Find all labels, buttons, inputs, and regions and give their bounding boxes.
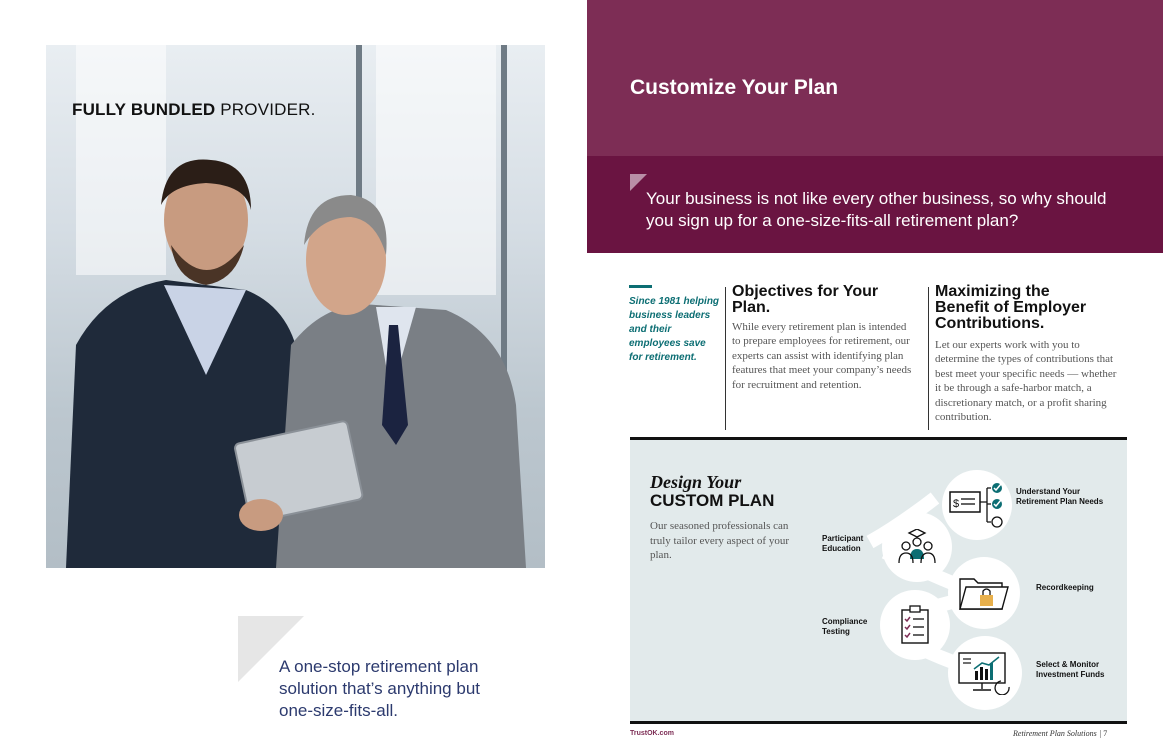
- step-circle: [948, 557, 1020, 629]
- svg-text:$: $: [953, 498, 959, 510]
- since-note: Since 1981 helping business leaders and …: [629, 296, 720, 363]
- design-title-caps: CUSTOM PLAN: [650, 491, 775, 510]
- column-heading: Objectives for Your Plan.: [732, 283, 879, 316]
- graduates-icon: [898, 529, 936, 564]
- column-body: While every retirement plan is intended …: [732, 321, 912, 391]
- design-title-italic: Design Your: [650, 472, 742, 492]
- page-number: | 7: [1099, 729, 1108, 738]
- step-circle: [880, 590, 950, 660]
- businessmen-illustration: [66, 159, 526, 568]
- checklist-icon: $: [949, 483, 1003, 528]
- step-label: Recordkeeping: [1036, 583, 1094, 592]
- column-divider: [928, 287, 929, 430]
- column-heading: Maximizing the Benefit of Employer Contr…: [935, 283, 1087, 332]
- footer-site: TrustOK.com: [630, 730, 674, 737]
- left-quote: A one-stop retirement plan solution that…: [279, 657, 480, 720]
- sub-heading: Your business is not like every other bu…: [646, 189, 1107, 230]
- design-panel: Design Your CUSTOM PLAN Our seasoned pro…: [630, 437, 1127, 722]
- accent-dash: [629, 285, 652, 288]
- monitor-chart-icon: [958, 652, 1010, 695]
- step-label: Participant Education: [822, 534, 864, 553]
- column-divider: [725, 287, 726, 430]
- step-label: Select & Monitor Investment Funds: [1036, 660, 1105, 679]
- sub-band: Your business is not like every other bu…: [587, 156, 1163, 253]
- clipboard-checklist-icon: [901, 605, 929, 644]
- step-label: Understand Your Retirement Plan Needs: [1016, 487, 1104, 506]
- photo-title: FULLY BUNDLED PROVIDER.: [72, 100, 316, 119]
- column-body: Let our experts work with you to determi…: [935, 339, 1117, 424]
- business-men-photo: FULLY BUNDLED PROVIDER.: [46, 45, 545, 568]
- locked-folder-icon: [959, 578, 1009, 610]
- step-circle: [882, 512, 952, 582]
- step-circle: $: [942, 470, 1012, 540]
- footer-rule: [630, 721, 1127, 724]
- header-band: Customize Your Plan: [587, 0, 1163, 156]
- design-body: Our seasoned professionals can truly tai…: [650, 520, 789, 561]
- step-circle: [948, 636, 1022, 710]
- footer-title: Retirement Plan Solutions | 7: [1013, 729, 1108, 738]
- step-label: Compliance Testing: [822, 617, 868, 636]
- page-title: Customize Your Plan: [630, 76, 839, 99]
- quote-mark-icon: [630, 174, 647, 191]
